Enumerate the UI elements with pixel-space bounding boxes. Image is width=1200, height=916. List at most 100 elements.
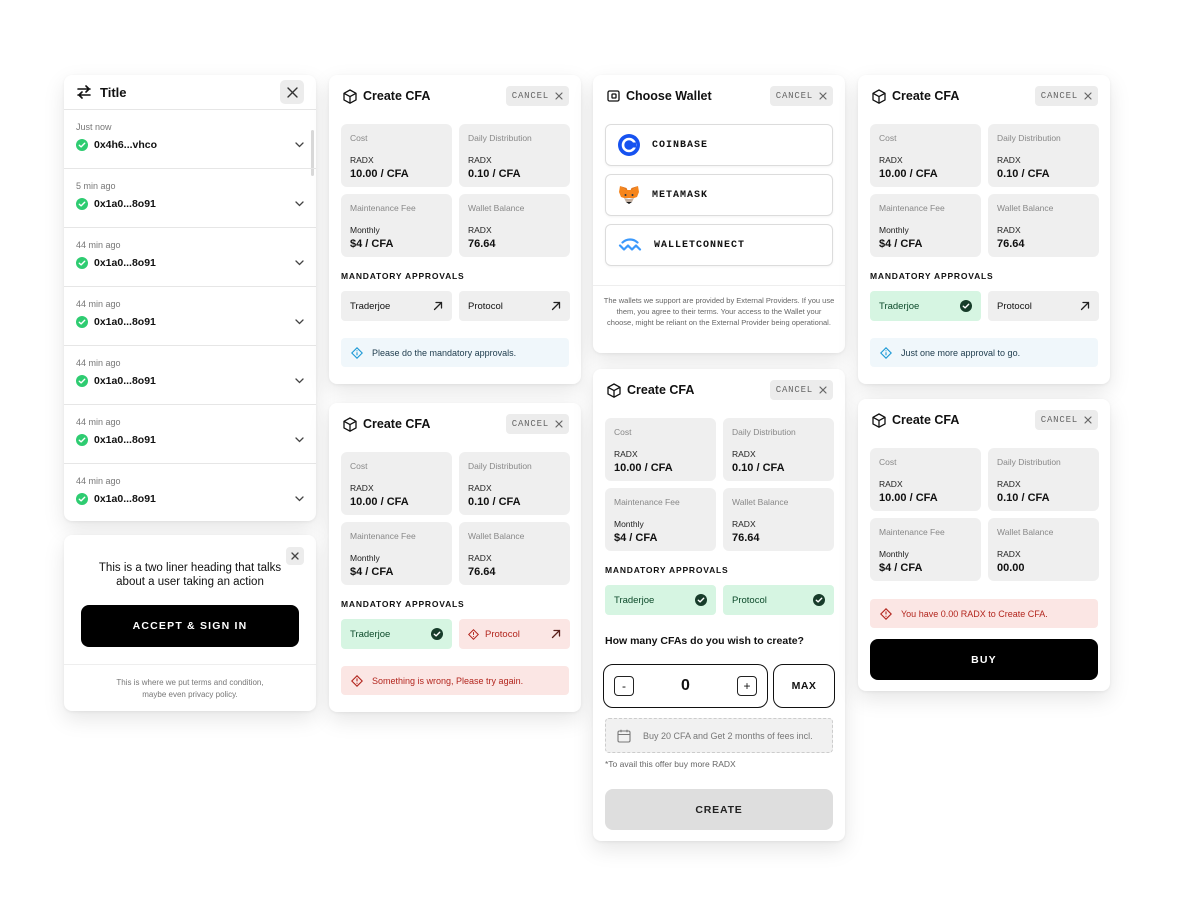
traderjoe-approval-button[interactable]: Traderjoe	[870, 291, 981, 321]
daily-distribution-tile: Daily Distribution RADX 0.10 / CFA	[988, 448, 1099, 511]
cfa-stats: Cost RADX 10.00 / CFA Daily Distribution RA…	[593, 418, 845, 551]
close-button[interactable]	[286, 547, 304, 565]
check-circle-icon	[76, 316, 88, 328]
cancel-label: CANCEL	[1040, 91, 1078, 101]
tile-label: Wallet Balance	[732, 497, 789, 507]
max-button[interactable]: MAX	[773, 664, 835, 708]
decrement-button[interactable]: -	[614, 676, 634, 696]
chevron-down-icon[interactable]	[295, 260, 304, 266]
coinbase-option[interactable]: COINBASE	[605, 124, 833, 166]
protocol-approval-button[interactable]: Protocol	[988, 291, 1099, 321]
info-diamond-icon	[880, 346, 892, 359]
cancel-label: CANCEL	[511, 91, 549, 101]
tile-unit: RADX	[468, 553, 492, 563]
history-time: 44 min ago	[76, 417, 121, 427]
cancel-label: CANCEL	[1040, 415, 1078, 425]
daily-distribution-tile: Daily Distribution RADX 0.10 / CFA	[988, 124, 1099, 187]
history-row[interactable]: Just now 0x4h6...vhco	[64, 110, 316, 169]
arrow-up-right-icon	[551, 301, 561, 311]
approval-label: Protocol	[732, 594, 767, 606]
cancel-button[interactable]: CANCEL	[505, 414, 569, 434]
walletconnect-icon	[618, 238, 642, 251]
wallet-disclaimer: The wallets we support are provided by E…	[593, 285, 845, 353]
protocol-approval-button[interactable]: Protocol	[459, 619, 570, 649]
tile-label: Daily Distribution	[468, 133, 532, 143]
tile-value: 10.00 / CFA	[350, 168, 409, 180]
chevron-down-icon[interactable]	[295, 142, 304, 148]
cfa-title: Create CFA	[892, 413, 960, 427]
tile-value: 76.64	[468, 566, 496, 578]
history-row[interactable]: 44 min ago 0x1a0...8o91	[64, 287, 316, 346]
info-diamond-icon	[351, 346, 363, 359]
chevron-down-icon[interactable]	[295, 496, 304, 502]
daily-distribution-tile: Daily Distribution RADX 0.10 / CFA	[459, 124, 570, 187]
history-row[interactable]: 44 min ago 0x1a0...8o91	[64, 464, 316, 520]
error-alert: Something is wrong, Please try again.	[341, 666, 569, 695]
history-row[interactable]: 5 min ago 0x1a0...8o91	[64, 169, 316, 228]
cfa-title: Create CFA	[627, 383, 695, 397]
tile-unit: Monthly	[614, 519, 644, 529]
history-title: Title	[100, 84, 127, 100]
wallet-balance-tile: Wallet Balance RADX 76.64	[459, 522, 570, 585]
cost-tile: Cost RADX 10.00 / CFA	[605, 418, 716, 481]
chevron-down-icon[interactable]	[295, 319, 304, 325]
tile-value: $4 / CFA	[350, 238, 394, 250]
chevron-down-icon[interactable]	[295, 437, 304, 443]
tile-unit: RADX	[468, 155, 492, 165]
quantity-value[interactable]: 0	[634, 677, 737, 695]
tile-value: 10.00 / CFA	[350, 496, 409, 508]
chevron-down-icon[interactable]	[295, 201, 304, 207]
traderjoe-approval-button[interactable]: Traderjoe	[341, 291, 452, 321]
buy-button[interactable]: BUY	[870, 639, 1098, 680]
protocol-approval-button[interactable]: Protocol	[723, 585, 834, 615]
approval-label: Traderjoe	[350, 300, 391, 312]
quantity-question: How many CFAs do you wish to create?	[605, 635, 804, 647]
tile-label: Daily Distribution	[468, 461, 532, 471]
history-list[interactable]: Just now 0x4h6...vhco 5 min ago 0x1a0...…	[64, 110, 316, 520]
cancel-button[interactable]: CANCEL	[769, 86, 833, 106]
history-row[interactable]: 44 min ago 0x1a0...8o91	[64, 405, 316, 464]
traderjoe-approval-button[interactable]: Traderjoe	[341, 619, 452, 649]
tile-unit: RADX	[468, 483, 492, 493]
cfa-stats: Cost RADX 10.00 / CFA Daily Distribution RA…	[329, 452, 581, 585]
cost-tile: Cost RADX 10.00 / CFA	[341, 452, 452, 515]
arrow-up-right-icon	[1080, 301, 1090, 311]
tile-unit: RADX	[997, 155, 1021, 165]
maintenance-fee-tile: Maintenance Fee Monthly $4 / CFA	[870, 518, 981, 581]
tile-label: Wallet Balance	[997, 203, 1054, 213]
increment-button[interactable]: +	[737, 676, 757, 696]
walletconnect-option[interactable]: WALLETCONNECT	[605, 224, 833, 266]
cancel-button[interactable]: CANCEL	[1034, 410, 1098, 430]
history-row[interactable]: 44 min ago 0x1a0...8o91	[64, 346, 316, 405]
cancel-button[interactable]: CANCEL	[505, 86, 569, 106]
cancel-button[interactable]: CANCEL	[769, 380, 833, 400]
history-row[interactable]: 44 min ago 0x1a0...8o91	[64, 228, 316, 287]
tile-label: Cost	[350, 133, 368, 143]
create-cfa-panel-error: Create CFA CANCEL Cost RADX 10.00 / CFA Da…	[329, 403, 581, 712]
close-icon	[555, 420, 563, 428]
tile-value: 76.64	[997, 238, 1025, 250]
approval-label: Protocol	[468, 300, 503, 312]
tile-value: 00.00	[997, 562, 1025, 574]
tile-unit: RADX	[614, 449, 638, 459]
close-icon	[1084, 92, 1092, 100]
wallet-icon	[607, 90, 620, 102]
quantity-stepper[interactable]: - 0 +	[603, 664, 768, 708]
tile-unit: Monthly	[350, 553, 380, 563]
chevron-down-icon[interactable]	[295, 378, 304, 384]
check-circle-icon	[813, 594, 825, 606]
protocol-approval-button[interactable]: Protocol	[459, 291, 570, 321]
accept-sign-in-button[interactable]: ACCEPT & SIGN IN	[81, 605, 299, 647]
tile-label: Daily Distribution	[997, 457, 1061, 467]
traderjoe-approval-button[interactable]: Traderjoe	[605, 585, 716, 615]
cube-icon	[872, 88, 886, 104]
cancel-button[interactable]: CANCEL	[1034, 86, 1098, 106]
tile-label: Maintenance Fee	[879, 203, 945, 213]
metamask-option[interactable]: METAMASK	[605, 174, 833, 216]
tile-label: Cost	[879, 457, 897, 467]
create-button[interactable]: CREATE	[605, 789, 833, 830]
close-icon	[286, 86, 298, 98]
wallet-title: Choose Wallet	[626, 89, 712, 103]
tile-unit: RADX	[997, 225, 1021, 235]
close-button[interactable]	[280, 80, 304, 104]
